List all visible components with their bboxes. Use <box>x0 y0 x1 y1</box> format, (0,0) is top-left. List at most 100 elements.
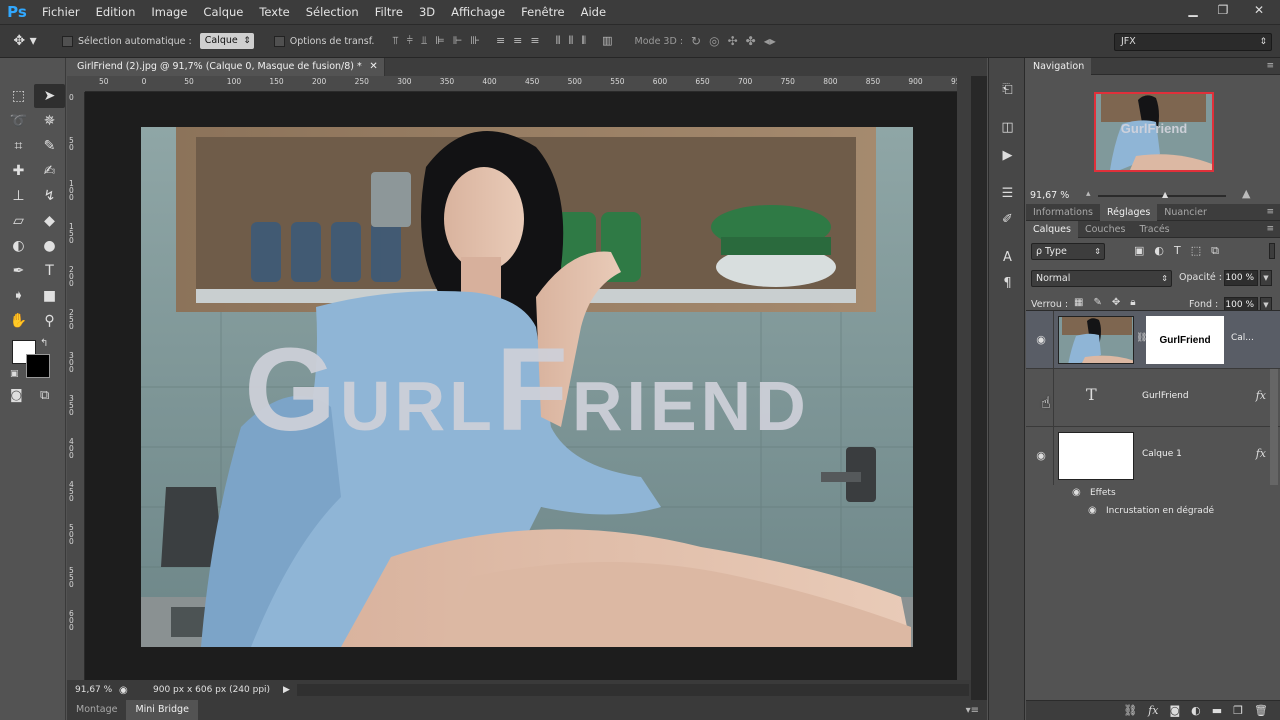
align-bottom-icon[interactable]: ⫫ <box>421 34 427 48</box>
character-panel-icon[interactable]: A <box>989 250 1026 265</box>
canvas-image[interactable]: GURLFRIEND <box>141 127 913 647</box>
layer-style-scroll[interactable] <box>1270 369 1278 427</box>
menu-fichier[interactable]: Fichier <box>34 0 88 24</box>
eyedropper-tool-icon[interactable]: ✎ <box>34 134 65 158</box>
blend-mode-dropdown[interactable]: Normal <box>1031 270 1172 287</box>
3d-scale-icon[interactable]: ◂▸ <box>764 34 776 48</box>
close-button[interactable]: ✕ <box>1238 0 1280 20</box>
play-panel-icon[interactable]: ▶ <box>989 148 1026 163</box>
add-layer-style-icon[interactable]: fx <box>1148 704 1158 717</box>
layer-filter-dropdown[interactable]: ρ Type <box>1031 243 1105 260</box>
transform-options-checkbox[interactable] <box>273 35 285 47</box>
layer-name[interactable]: GurlFriend <box>1142 391 1189 401</box>
document-info-icon[interactable]: ◉ <box>119 685 135 696</box>
tab-nuancier[interactable]: Nuancier <box>1157 204 1214 221</box>
align-vcenter-icon[interactable]: ⫩ <box>407 34 413 48</box>
blur-tool-icon[interactable]: ◐ <box>3 234 34 258</box>
distribute-left-icon[interactable]: ⦀ <box>556 34 561 48</box>
rectangle-tool-icon[interactable]: ■ <box>34 284 65 308</box>
layer-row[interactable]: ◉ Calque 1 fx <box>1026 427 1280 485</box>
lock-pixels-icon[interactable]: ✎ <box>1093 297 1101 308</box>
actions-panel-icon[interactable]: ◫ <box>989 120 1026 135</box>
menu-calque[interactable]: Calque <box>195 0 251 24</box>
new-group-icon[interactable]: ▬ <box>1212 704 1222 717</box>
3d-roll-icon[interactable]: ◎ <box>709 34 719 48</box>
new-adjustment-icon[interactable]: ◐ <box>1191 704 1201 717</box>
distribute-hcenter-icon[interactable]: ⦀ <box>568 34 573 48</box>
delete-layer-icon[interactable]: 🗑︎ <box>1254 704 1268 717</box>
tab-mini-bridge[interactable]: Mini Bridge <box>126 700 198 720</box>
history-brush-tool-icon[interactable]: ↯ <box>34 184 65 208</box>
tab-calques[interactable]: Calques <box>1026 220 1078 238</box>
zoom-out-icon[interactable]: ▴ <box>1086 189 1091 199</box>
status-menu-arrow-icon[interactable]: ▶ <box>283 685 290 695</box>
move-tool-icon[interactable]: ✥ ▾ <box>0 26 50 56</box>
healing-brush-tool-icon[interactable]: ✚ <box>3 159 34 183</box>
distribute-top-icon[interactable]: ≡ <box>496 34 505 48</box>
eye-icon[interactable]: ◉ <box>1034 449 1048 462</box>
type-tool-icon[interactable]: T <box>34 259 65 283</box>
eye-icon[interactable]: ◉ <box>1088 505 1097 516</box>
history-panel-icon[interactable]: ⎗ <box>989 82 1026 97</box>
magic-wand-tool-icon[interactable]: ✵ <box>34 109 65 133</box>
tab-navigation[interactable]: Navigation <box>1026 57 1092 75</box>
tab-informations[interactable]: Informations <box>1026 204 1100 221</box>
eraser-tool-icon[interactable]: ▱ <box>3 209 34 233</box>
screen-mode-icon[interactable]: ⧉ <box>40 388 49 403</box>
menu-image[interactable]: Image <box>143 0 195 24</box>
layer-fx-icon[interactable]: fx <box>1256 389 1266 402</box>
filter-type-icon[interactable]: T <box>1174 244 1181 258</box>
layer-row[interactable]: ◉ ⛓ GurlFriend Cal... <box>1026 311 1280 369</box>
3d-rotate-icon[interactable]: ↻ <box>691 34 701 48</box>
navigation-panel-menu-icon[interactable]: ≡ <box>1266 58 1274 75</box>
filter-shape-icon[interactable]: ⬚ <box>1191 244 1201 258</box>
menu-fenetre[interactable]: Fenêtre <box>513 0 572 24</box>
new-layer-icon[interactable]: ❐ <box>1233 704 1243 717</box>
menu-filtre[interactable]: Filtre <box>367 0 411 24</box>
3d-pan-icon[interactable]: ✣ <box>728 34 738 48</box>
default-colors-icon[interactable]: ▣ <box>10 369 19 379</box>
effects-row[interactable]: ◉ Effets <box>1026 485 1280 503</box>
zoom-in-icon[interactable]: ▲ <box>1242 187 1250 200</box>
filter-adjustment-icon[interactable]: ◐ <box>1154 244 1164 258</box>
lock-transparency-icon[interactable]: ▦ <box>1074 297 1083 308</box>
lock-all-icon[interactable]: 🔒︎ <box>1130 297 1135 308</box>
auto-select-dropdown[interactable]: Calque <box>199 33 254 49</box>
restore-button[interactable]: ❐ <box>1208 0 1238 20</box>
paragraph-panel-icon[interactable]: ¶ <box>989 276 1026 291</box>
vertical-ruler[interactable]: 0 50 100 150 200 250 300 350 400 450 500 550 600 <box>67 92 85 688</box>
layer-row[interactable]: T GurlFriend fx <box>1026 369 1280 427</box>
hand-tool-icon[interactable]: ✋ <box>3 309 34 333</box>
menu-texte[interactable]: Texte <box>251 0 297 24</box>
eye-icon[interactable]: ◉ <box>1034 333 1048 346</box>
workspace-selector[interactable]: JFX <box>1114 33 1272 51</box>
vertical-scrollbar[interactable] <box>957 76 971 688</box>
dodge-tool-icon[interactable]: ● <box>34 234 65 258</box>
menu-aide[interactable]: Aide <box>573 0 614 24</box>
document-tab[interactable]: GirlFriend (2).jpg @ 91,7% (Calque 0, Ma… <box>67 58 385 76</box>
align-top-icon[interactable]: ⫪ <box>392 34 398 48</box>
align-left-icon[interactable]: ⊫ <box>435 34 445 48</box>
distribute-bottom-icon[interactable]: ≡ <box>530 34 539 48</box>
panel-menu-icon[interactable]: ▾≡ <box>966 705 979 716</box>
layer-thumbnail[interactable] <box>1058 316 1134 364</box>
tab-traces[interactable]: Tracés <box>1132 221 1176 238</box>
opacity-input[interactable]: 100 % <box>1224 270 1258 286</box>
menu-edition[interactable]: Edition <box>88 0 144 24</box>
layers-panel-menu-icon[interactable]: ≡ <box>1266 221 1274 238</box>
layer-name[interactable]: Calque 1 <box>1142 449 1182 459</box>
zoom-slider-knob[interactable]: ▲ <box>1162 190 1168 199</box>
swap-colors-icon[interactable]: ↰ <box>40 338 48 349</box>
navigator-preview[interactable]: GurlFriend <box>1094 92 1214 172</box>
horizontal-ruler[interactable]: 50 0 50 100 150 200 250 300 350 400 450 500 550 600 65… <box>85 76 971 92</box>
filter-pixel-icon[interactable]: ▣ <box>1134 244 1144 258</box>
lasso-tool-icon[interactable]: ➰ <box>3 109 34 133</box>
navigator-zoom-value[interactable]: 91,67 % <box>1026 190 1082 201</box>
filter-toggle-switch[interactable] <box>1269 243 1275 259</box>
clone-stamp-tool-icon[interactable]: ⊥ <box>3 184 34 208</box>
crop-tool-icon[interactable]: ⌗ <box>3 134 34 158</box>
tab-montage[interactable]: Montage <box>67 700 126 720</box>
layer-thumbnail[interactable] <box>1058 432 1134 480</box>
layer-name[interactable]: Cal... <box>1231 333 1254 343</box>
ruler-corner[interactable] <box>67 76 85 92</box>
